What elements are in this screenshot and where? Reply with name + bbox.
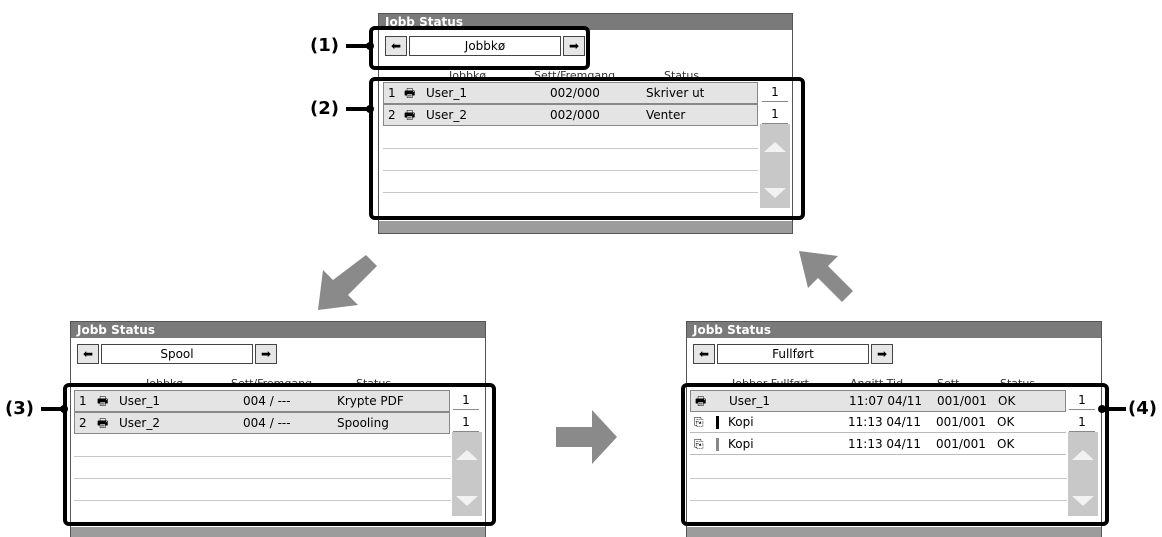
- bottom-bar: [379, 221, 792, 233]
- callout-box-4: [681, 383, 1109, 526]
- callout-box-3: [63, 383, 496, 526]
- callout-box-2: [369, 77, 805, 220]
- leader-dot-2: [366, 105, 374, 113]
- callout-box-1: [369, 26, 590, 70]
- callout-label-3: (3): [5, 398, 34, 419]
- prev-tab-button[interactable]: ⬅: [77, 344, 99, 364]
- leader-dot-4: [1098, 405, 1106, 413]
- callout-label-1: (1): [310, 35, 339, 56]
- arrow-up-left-icon: [799, 251, 853, 302]
- callout-label-4: (4): [1128, 398, 1157, 419]
- left-arrow-icon: ⬅: [698, 347, 710, 361]
- prev-tab-button[interactable]: ⬅: [693, 344, 715, 364]
- left-arrow-icon: ⬅: [82, 347, 94, 361]
- next-tab-button[interactable]: ➡: [255, 344, 277, 364]
- right-arrow-icon: ➡: [260, 347, 272, 361]
- panel-title: Jobb Status: [687, 322, 1101, 338]
- arrow-right-icon: [556, 410, 617, 464]
- tab-name: Fullført: [717, 344, 869, 364]
- arrow-down-left-icon: [318, 255, 377, 310]
- leader-dot-3: [60, 405, 68, 413]
- panel-title: Jobb Status: [71, 322, 485, 338]
- next-tab-button[interactable]: ➡: [871, 344, 893, 364]
- right-arrow-icon: ➡: [876, 347, 888, 361]
- callout-label-2: (2): [310, 98, 339, 119]
- leader-dot-1: [366, 42, 374, 50]
- tab-name: Spool: [101, 344, 253, 364]
